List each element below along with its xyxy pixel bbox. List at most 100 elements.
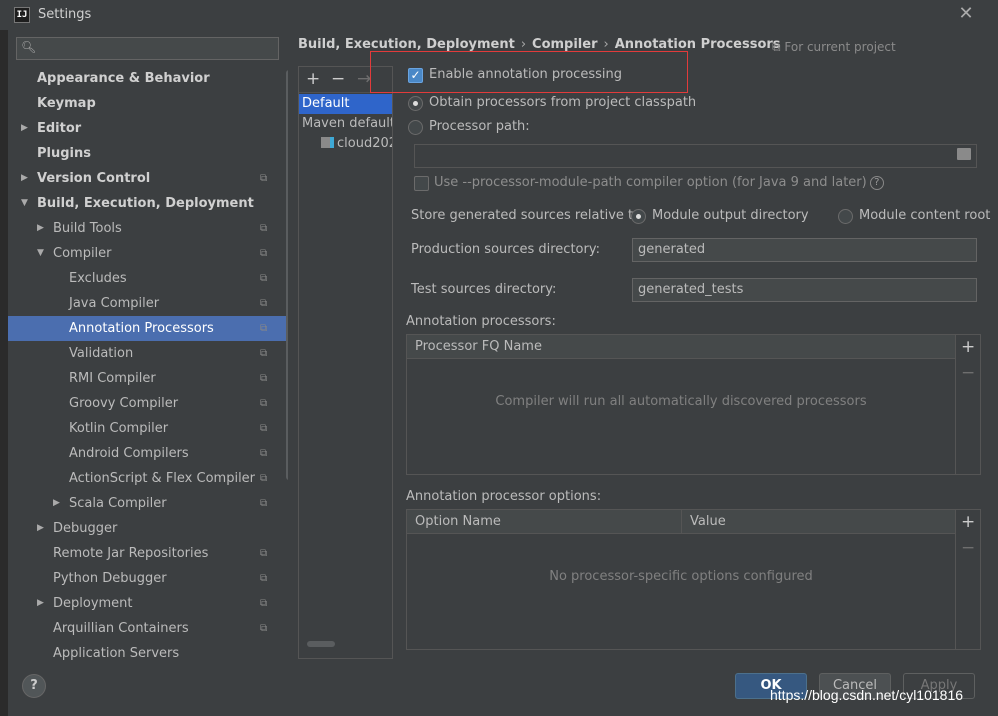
sidebar-item[interactable]: ▼ Compiler ⧉ bbox=[8, 241, 286, 266]
watermark: https://blog.csdn.net/cyl101816 bbox=[770, 687, 964, 703]
obtain-classpath-radio[interactable] bbox=[408, 96, 423, 111]
sidebar-item[interactable]: Android Compilers ⧉ bbox=[8, 441, 286, 466]
project-settings-icon: ⧉ bbox=[260, 398, 268, 409]
remove-profile-icon[interactable]: − bbox=[331, 69, 345, 89]
option-name-header[interactable]: Option Name bbox=[415, 510, 501, 534]
sidebar-item-label: Build, Execution, Deployment bbox=[37, 196, 254, 211]
sidebar-item[interactable]: ▶ Version Control ⧉ bbox=[8, 166, 286, 191]
expand-down-icon[interactable]: ▼ bbox=[21, 191, 33, 216]
project-settings-icon: ⧉ bbox=[260, 473, 268, 484]
profile-item-maven-default[interactable]: Maven default a bbox=[299, 114, 392, 134]
sidebar-item[interactable]: ▶ Debugger bbox=[8, 516, 286, 541]
sidebar-item[interactable]: RMI Compiler ⧉ bbox=[8, 366, 286, 391]
for-current-project-note: ⧉ For current project bbox=[772, 40, 896, 55]
remove-processor-icon[interactable]: − bbox=[961, 363, 975, 383]
expand-right-icon[interactable]: ▶ bbox=[53, 491, 65, 516]
sidebar-item-label: Excludes bbox=[69, 271, 127, 286]
project-settings-icon: ⧉ bbox=[260, 348, 268, 359]
expand-down-icon[interactable]: ▼ bbox=[37, 241, 49, 266]
test-sources-field[interactable]: generated_tests bbox=[632, 278, 977, 302]
production-sources-label: Production sources directory: bbox=[411, 242, 600, 257]
expand-right-icon[interactable]: ▶ bbox=[37, 216, 49, 241]
breadcrumb-item[interactable]: Build, Execution, Deployment bbox=[298, 37, 515, 52]
sidebar-item-label: Validation bbox=[69, 346, 134, 361]
processor-path-radio[interactable] bbox=[408, 120, 423, 135]
project-settings-icon: ⧉ bbox=[260, 273, 268, 284]
add-option-icon[interactable]: + bbox=[961, 512, 975, 532]
processors-table-header: Processor FQ Name bbox=[407, 335, 955, 359]
folder-browse-icon[interactable] bbox=[957, 148, 971, 160]
enable-annotation-checkbox[interactable]: ✓ bbox=[408, 68, 423, 83]
module-output-radio[interactable] bbox=[631, 209, 646, 224]
obtain-classpath-label: Obtain processors from project classpath bbox=[429, 95, 697, 110]
sidebar-item[interactable]: Annotation Processors ⧉ bbox=[8, 316, 286, 341]
module-content-radio[interactable] bbox=[838, 209, 853, 224]
project-settings-icon: ⧉ bbox=[260, 423, 268, 434]
window-title: Settings bbox=[38, 7, 92, 22]
search-input[interactable]: 🔍︎ bbox=[16, 37, 279, 60]
sidebar-item-label: Annotation Processors bbox=[69, 321, 214, 336]
add-profile-icon[interactable]: + bbox=[306, 69, 320, 89]
sidebar-item[interactable]: Keymap bbox=[8, 91, 286, 116]
production-sources-field[interactable]: generated bbox=[632, 238, 977, 262]
sidebar-item[interactable]: Validation ⧉ bbox=[8, 341, 286, 366]
processor-path-field[interactable] bbox=[414, 144, 977, 168]
breadcrumb-separator-icon: › bbox=[520, 37, 527, 52]
annotation-processors-title: Annotation processors: bbox=[406, 314, 556, 329]
sidebar-item-label: Arquillian Containers bbox=[53, 621, 189, 636]
breadcrumb: Build, Execution, Deployment › Compiler › An… bbox=[298, 37, 781, 52]
sidebar-item[interactable]: ▶ Editor bbox=[8, 116, 286, 141]
sidebar-item[interactable]: ▼ Build, Execution, Deployment bbox=[8, 191, 286, 216]
processor-path-label: Processor path: bbox=[429, 119, 530, 134]
help-question-icon[interactable]: ? bbox=[869, 176, 884, 190]
expand-right-icon[interactable]: ▶ bbox=[21, 116, 33, 141]
breadcrumb-item: Annotation Processors bbox=[614, 37, 781, 52]
sidebar-item-label: Keymap bbox=[37, 96, 96, 111]
sidebar-item-label: Version Control bbox=[37, 171, 151, 186]
profiles-scrollbar[interactable] bbox=[307, 641, 335, 647]
sidebar-item[interactable]: Excludes ⧉ bbox=[8, 266, 286, 291]
module-path-checkbox[interactable] bbox=[414, 176, 429, 191]
sidebar-item[interactable]: Groovy Compiler ⧉ bbox=[8, 391, 286, 416]
profile-module-item[interactable]: cloud202 bbox=[299, 134, 392, 154]
add-processor-icon[interactable]: + bbox=[961, 337, 975, 357]
sidebar-item[interactable]: Appearance & Behavior bbox=[8, 66, 286, 91]
breadcrumb-item[interactable]: Compiler bbox=[532, 37, 597, 52]
sidebar-item[interactable]: Java Compiler ⧉ bbox=[8, 291, 286, 316]
expand-right-icon[interactable]: ▶ bbox=[37, 516, 49, 541]
module-content-label: Module content root bbox=[859, 208, 991, 223]
sidebar-item[interactable]: ▶ Scala Compiler ⧉ bbox=[8, 491, 286, 516]
options-side-toolbar: + − bbox=[955, 510, 979, 649]
profile-item-default[interactable]: Default bbox=[299, 94, 392, 114]
close-icon[interactable]: ✕ bbox=[956, 3, 976, 25]
project-settings-icon: ⧉ bbox=[260, 448, 268, 459]
sidebar-item[interactable]: ▶ Deployment ⧉ bbox=[8, 591, 286, 616]
sidebar-item-label: Build Tools bbox=[53, 221, 122, 236]
sidebar-item[interactable]: ▶ Build Tools ⧉ bbox=[8, 216, 286, 241]
processor-fq-name-header[interactable]: Processor FQ Name bbox=[415, 335, 542, 359]
processors-empty-text: Compiler will run all automatically disc… bbox=[495, 394, 867, 409]
options-table: Option Name Value No processor-specific … bbox=[406, 509, 981, 650]
sidebar-item[interactable]: Plugins bbox=[8, 141, 286, 166]
expand-right-icon[interactable]: ▶ bbox=[37, 591, 49, 616]
sidebar-item[interactable]: ActionScript & Flex Compiler ⧉ bbox=[8, 466, 286, 491]
sidebar-item[interactable]: Arquillian Containers ⧉ bbox=[8, 616, 286, 641]
sidebar-item-label: Remote Jar Repositories bbox=[53, 546, 209, 561]
expand-right-icon[interactable]: ▶ bbox=[21, 166, 33, 191]
help-button[interactable]: ? bbox=[22, 674, 46, 698]
project-settings-icon: ⧉ bbox=[260, 573, 268, 584]
processors-table: Processor FQ Name Compiler will run all … bbox=[406, 334, 981, 475]
project-settings-icon: ⧉ bbox=[260, 548, 268, 559]
module-output-label: Module output directory bbox=[652, 208, 809, 223]
value-header[interactable]: Value bbox=[690, 510, 726, 534]
content-panel: Build, Execution, Deployment › Compiler › An… bbox=[288, 30, 998, 660]
remove-option-icon[interactable]: − bbox=[961, 538, 975, 558]
search-icon: 🔍︎ bbox=[21, 40, 37, 54]
sidebar-item[interactable]: Python Debugger ⧉ bbox=[8, 566, 286, 591]
project-settings-icon: ⧉ bbox=[260, 298, 268, 309]
sidebar-item-label: Editor bbox=[37, 121, 82, 136]
sidebar-item[interactable]: Remote Jar Repositories ⧉ bbox=[8, 541, 286, 566]
sidebar-item[interactable]: Kotlin Compiler ⧉ bbox=[8, 416, 286, 441]
project-settings-icon: ⧉ bbox=[260, 248, 268, 259]
sidebar-item-label: Python Debugger bbox=[53, 571, 167, 586]
